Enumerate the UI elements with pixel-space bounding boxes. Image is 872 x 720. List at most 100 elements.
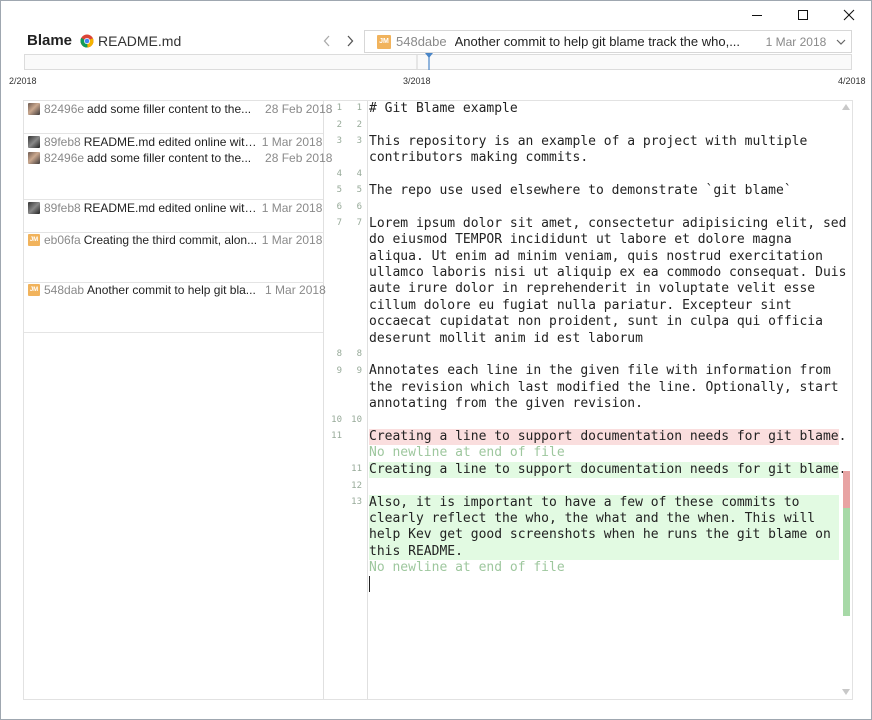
- blame-row[interactable]: JM 548dab Another commit to help git bla…: [24, 282, 326, 298]
- minimize-button[interactable]: [734, 4, 780, 26]
- maximize-icon: [798, 10, 808, 20]
- commit-sha: 548dabe: [396, 34, 447, 49]
- blame-date: 1 Mar 2018: [265, 283, 326, 297]
- no-newline-notice: No newline at end of file: [369, 560, 565, 576]
- close-icon: [843, 9, 855, 21]
- code-line: Annotates each line in the given file wi…: [369, 363, 831, 379]
- scroll-down-icon[interactable]: [841, 688, 851, 696]
- text-cursor: [369, 576, 370, 592]
- old-line-number: 10: [331, 415, 342, 425]
- code-view[interactable]: # Git Blame example This repository is a…: [369, 101, 847, 699]
- old-line-number: 3: [336, 136, 342, 146]
- blame-sha: 89feb8: [44, 201, 81, 215]
- old-line-number: 5: [336, 185, 342, 195]
- chrome-icon: [80, 34, 94, 48]
- added-line: Creating a line to support documentation…: [369, 461, 847, 479]
- blame-row[interactable]: JM eb06fa Creating the third commit, alo…: [24, 232, 323, 248]
- commit-message: Another commit to help git blame track t…: [454, 34, 741, 49]
- blame-message: README.md edited online with...: [83, 135, 259, 149]
- old-line-number: 7: [336, 218, 342, 228]
- blame-row[interactable]: 82496e add some filler content to the...…: [24, 101, 332, 117]
- code-line: the revision which last modified the lin…: [369, 379, 839, 395]
- commit-date: 1 Mar 2018: [765, 34, 827, 49]
- author-avatar: [28, 202, 40, 214]
- code-line: do eiusmod TEMPOR incididunt ut labore e…: [369, 232, 792, 248]
- new-line-number: 3: [356, 136, 362, 146]
- old-line-number: 9: [336, 366, 342, 376]
- new-line-number: 13: [351, 497, 362, 507]
- code-line: annotating from the given revision.: [369, 396, 643, 412]
- close-button[interactable]: [826, 4, 872, 26]
- code-line: occaecat cupidatat non proident, sunt in…: [369, 314, 823, 330]
- previous-commit-button[interactable]: [318, 31, 336, 51]
- blame-message: add some filler content to the...: [87, 151, 252, 165]
- line-number-gutter: 1 1 2 2 3 3 4 4 5 5 6 6 7 7 8 8 9 9 10 1…: [324, 101, 368, 699]
- code-line: This repository is an example of a proje…: [369, 133, 808, 149]
- blame-message: add some filler content to the...: [87, 102, 252, 116]
- author-avatar: JM: [28, 234, 40, 246]
- new-line-number: 6: [356, 202, 362, 212]
- next-commit-button[interactable]: [341, 31, 359, 51]
- code-line: aute irure dolor in reprehenderit in vol…: [369, 281, 816, 297]
- page-title: Blame: [27, 32, 73, 49]
- timeline-label-middle: 3/2018: [403, 76, 431, 86]
- new-line-number: 1: [356, 103, 362, 113]
- scroll-up-icon[interactable]: [841, 103, 851, 111]
- chevron-left-icon: [323, 35, 330, 47]
- blame-sha: 82496e: [44, 151, 85, 165]
- blame-sha: eb06fa: [44, 233, 81, 247]
- code-line: aliqua. Ut enim ad minim veniam, quis no…: [369, 248, 823, 264]
- blame-panel: 82496e add some filler content to the...…: [23, 100, 853, 700]
- deleted-line: Creating a line to support documentation…: [369, 429, 847, 446]
- timeline-label-start: 2/2018: [9, 76, 37, 86]
- old-line-number: 1: [336, 103, 342, 113]
- code-line: deserunt mollit anim id est laborum: [369, 330, 643, 346]
- maximize-button[interactable]: [780, 4, 826, 26]
- new-line-number: 2: [356, 120, 362, 130]
- code-line: contributors making commits.: [369, 150, 589, 166]
- blame-row[interactable]: 89feb8 README.md edited online with... 1…: [24, 200, 323, 216]
- added-line: help Kev get good screenshots when he ru…: [369, 527, 839, 544]
- new-line-number: 8: [356, 349, 362, 359]
- code-line: cillum dolore eu fugiat nulla pariatur. …: [369, 297, 792, 313]
- author-avatar: JM: [28, 284, 40, 296]
- new-line-number: 10: [351, 415, 362, 425]
- blame-window: Blame README.md JM 548dabe Another commi…: [0, 0, 872, 720]
- blame-date: 1 Mar 2018: [261, 135, 323, 149]
- code-line: Lorem ipsum dolor sit amet, consectetur …: [369, 215, 847, 231]
- new-line-number: 7: [356, 218, 362, 228]
- timeline-divider: [416, 55, 418, 69]
- code-line: The repo use used elsewhere to demonstra…: [369, 183, 792, 198]
- new-line-number: 9: [356, 366, 362, 376]
- blame-row[interactable]: 82496e add some filler content to the...…: [24, 150, 332, 166]
- blame-message: README.md edited online with...: [83, 201, 259, 215]
- commit-selector[interactable]: JM 548dabe Another commit to help git bl…: [364, 30, 852, 53]
- code-line: ullamco laboris nisi ut aliquip ex ea co…: [369, 265, 847, 280]
- blame-message: Creating the third commit, alon...: [83, 233, 258, 247]
- added-line: clearly reflect the who, the what and th…: [369, 511, 839, 528]
- timeline-marker-icon[interactable]: [425, 53, 433, 71]
- added-change-marker: [843, 508, 850, 616]
- old-line-number: 11: [331, 431, 342, 441]
- blame-message: Another commit to help git bla...: [87, 283, 256, 297]
- blame-sha: 82496e: [44, 102, 85, 116]
- new-line-number: 12: [351, 481, 362, 491]
- old-line-number: 8: [336, 349, 342, 359]
- new-line-number: 4: [356, 169, 362, 179]
- blame-sha: 89feb8: [44, 135, 81, 149]
- blame-sha: 548dab: [44, 283, 85, 297]
- blame-date: 28 Feb 2018: [265, 102, 333, 116]
- blame-row[interactable]: 89feb8 README.md edited online with... 1…: [24, 134, 323, 150]
- new-line-number: 11: [351, 464, 362, 474]
- author-avatar: [28, 152, 40, 164]
- added-line: Also, it is important to have a few of t…: [369, 494, 839, 511]
- history-timeline[interactable]: [24, 53, 852, 71]
- new-line-number: 5: [356, 185, 362, 195]
- blame-date: 1 Mar 2018: [261, 201, 323, 215]
- blame-annotation-column: 82496e add some filler content to the...…: [24, 101, 332, 699]
- author-avatar: [28, 103, 40, 115]
- file-name: README.md: [98, 33, 182, 49]
- timeline-label-end: 4/2018: [838, 76, 866, 86]
- added-line: this README.: [369, 543, 839, 561]
- chevron-right-icon: [347, 35, 354, 47]
